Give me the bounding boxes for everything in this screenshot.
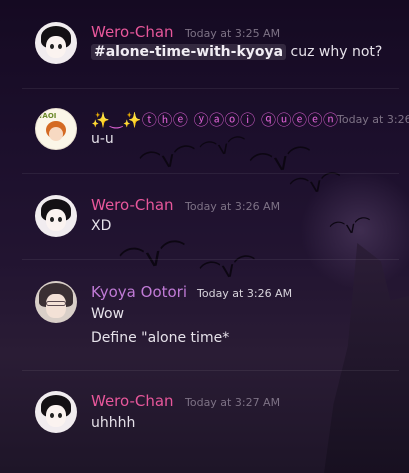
message-content: #alone-time-with-kyoya cuz why not? (91, 44, 382, 60)
avatar[interactable] (35, 195, 77, 237)
username[interactable]: Wero-Chan (91, 196, 174, 214)
avatar-eye (50, 44, 54, 49)
avatar-eye (50, 413, 54, 418)
avatar-face (46, 209, 66, 231)
message-divider (22, 259, 399, 260)
avatar-eye (58, 413, 62, 418)
chat-window: { "messages": [ { "author": "Wero-Chan",… (0, 0, 409, 473)
message-divider (22, 173, 399, 174)
message-text: Wow (91, 306, 125, 322)
channel-mention-link[interactable]: #alone-time-with-kyoya (91, 44, 287, 60)
timestamp: Today at 3:26 AM (197, 287, 293, 300)
message-divider (22, 370, 399, 371)
message-text: u-u (91, 131, 114, 147)
bird-silhouette-icon: ⌒v⌒ (117, 237, 190, 279)
avatar-eye (58, 44, 62, 49)
username[interactable]: Wero-Chan (91, 392, 174, 410)
message-text: Define "alone time* (91, 330, 230, 346)
username[interactable]: Kyoya Ootori (91, 283, 187, 301)
avatar[interactable]: YAOI (35, 108, 77, 150)
avatar[interactable] (35, 22, 77, 64)
avatar-face (49, 127, 63, 141)
bird-silhouette-icon: ⌒v⌒ (198, 134, 249, 163)
avatar-badge-text: YAOI (38, 112, 57, 120)
avatar-eye (50, 217, 54, 222)
avatar-face (46, 36, 66, 58)
timestamp: Today at 3:26 AM (185, 200, 281, 213)
message-text: cuz why not? (290, 44, 383, 60)
message-text: uhhhh (91, 415, 136, 431)
avatar[interactable] (35, 281, 77, 323)
timestamp: Today at 3:27 AM (185, 396, 281, 409)
message-divider (22, 88, 399, 89)
username[interactable]: Wero-Chan (91, 23, 174, 41)
avatar-face (46, 294, 66, 318)
timestamp: Today at 3:26 (337, 113, 409, 126)
avatar-glasses (46, 301, 66, 306)
message-text: XD (91, 218, 112, 234)
avatar[interactable] (35, 391, 77, 433)
avatar-face (46, 405, 66, 427)
avatar-eye (58, 217, 62, 222)
username[interactable]: ✨‿✨ⓣⓗⓔ ⓨⓐⓞⓘ ⓠⓤⓔⓔⓝ (91, 109, 338, 130)
timestamp: Today at 3:25 AM (185, 27, 281, 40)
